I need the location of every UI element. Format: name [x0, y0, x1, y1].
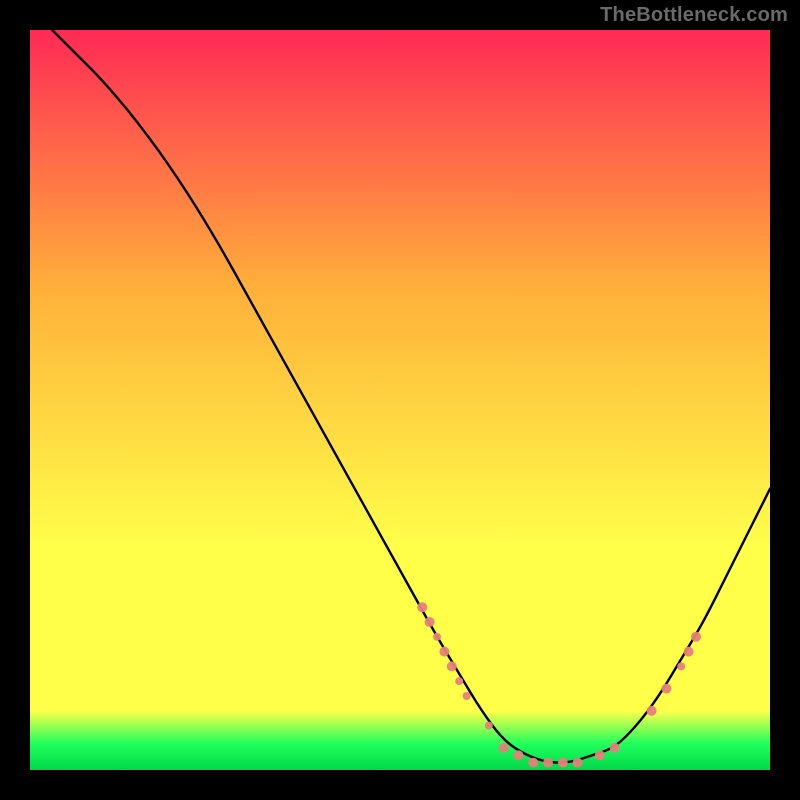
gradient-background	[30, 30, 770, 770]
data-marker	[433, 633, 441, 641]
data-marker	[543, 758, 553, 768]
chart-svg	[30, 30, 770, 770]
chart-plot	[30, 30, 770, 770]
data-marker	[691, 632, 701, 642]
data-marker	[684, 647, 694, 657]
data-marker	[425, 617, 435, 627]
data-marker	[677, 662, 685, 670]
data-marker	[647, 706, 657, 716]
data-marker	[499, 743, 509, 753]
data-marker	[558, 758, 568, 768]
data-marker	[528, 758, 538, 768]
watermark-text: TheBottleneck.com	[600, 4, 788, 27]
data-marker	[513, 750, 523, 760]
data-marker	[455, 677, 463, 685]
data-marker	[595, 750, 605, 760]
data-marker	[485, 722, 493, 730]
data-marker	[417, 602, 427, 612]
data-marker	[573, 758, 583, 768]
chart-container: TheBottleneck.com	[0, 0, 800, 800]
data-marker	[439, 647, 449, 657]
data-marker	[463, 692, 471, 700]
data-marker	[447, 661, 457, 671]
data-marker	[610, 743, 620, 753]
data-marker	[661, 684, 671, 694]
